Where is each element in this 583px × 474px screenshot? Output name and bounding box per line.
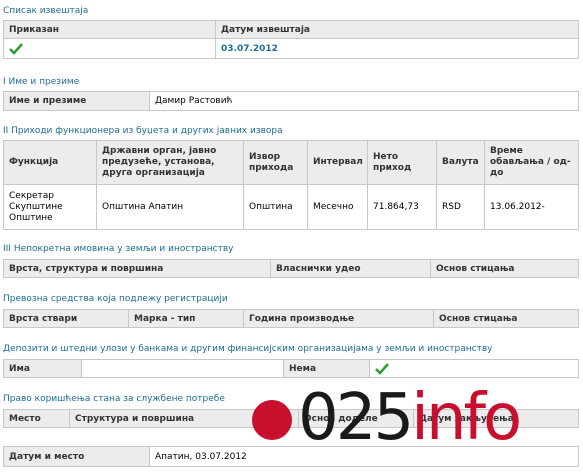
section-name-title: I Име и презиме	[3, 77, 80, 87]
vehicles-header-model: Марка - тип	[128, 309, 244, 328]
shown-cell	[3, 38, 216, 59]
income-table: Функција Државни орган, јавно предузеће,…	[3, 140, 579, 230]
check-icon	[9, 42, 23, 55]
name-value: Дамир Растовић	[149, 91, 579, 111]
deposits-none-value	[369, 359, 579, 378]
logo-text-accent: info	[411, 381, 522, 455]
income-cell-function: Секретар Скупштине Општине	[3, 184, 97, 230]
col-shown-header: Приказан	[3, 20, 216, 39]
deposits-have-value	[81, 359, 284, 378]
income-header-organization: Државни орган, јавно предузеће, установа…	[96, 140, 244, 185]
deposits-table: Има Нема	[3, 359, 579, 378]
income-header-function: Функција	[3, 140, 97, 185]
logo-red-dot	[252, 400, 292, 440]
income-cell-currency: RSD	[436, 184, 485, 230]
check-icon	[375, 362, 389, 375]
realestate-table: Врста, структура и површина Власнички уд…	[3, 259, 579, 278]
income-header-period: Време обављања / од-до	[484, 140, 579, 185]
report-date-value[interactable]: 03.07.2012	[221, 44, 278, 54]
section-vehicles-title: Превозна средства која подлежу регистрац…	[3, 294, 228, 304]
deposits-none-label: Нема	[283, 359, 370, 378]
watermark-logo: 025info	[252, 381, 578, 455]
section-income-title: II Приходи функционера из буџета и други…	[3, 126, 283, 136]
deposits-have-label: Има	[3, 359, 82, 378]
vehicles-header-year: Година производње	[243, 309, 434, 328]
vehicles-header-basis: Основ стицања	[433, 309, 579, 328]
income-cell-organization: Општина Апатин	[96, 184, 244, 230]
income-cell-source: Општина	[243, 184, 308, 230]
name-label: Име и презиме	[3, 91, 150, 111]
income-cell-period: 13.06.2012-	[484, 184, 579, 230]
realestate-header-share: Власнички удео	[270, 259, 431, 278]
vehicles-table: Врста ствари Марка - тип Година производ…	[3, 309, 579, 328]
report-list-table: Приказан Датум извештаја 03.07.2012	[3, 20, 579, 59]
name-table: Име и презиме Дамир Растовић	[3, 91, 579, 111]
housing-header-place: Место	[3, 409, 70, 428]
section-realestate-title: III Непокретна имовина у земљи и иностра…	[3, 244, 234, 254]
report-date-link[interactable]: 03.07.2012	[215, 38, 579, 59]
col-date-header: Датум извештаја	[215, 20, 579, 39]
income-header-currency: Валута	[436, 140, 485, 185]
income-header-net: Нето приход	[367, 140, 437, 185]
logo-text: 025info	[298, 381, 522, 455]
income-cell-net: 71.864,73	[367, 184, 437, 230]
section-housing-title: Право коришћења стана за службене потреб…	[3, 394, 225, 404]
income-header-source: Извор прихода	[243, 140, 308, 185]
vehicles-header-type: Врста ствари	[3, 309, 129, 328]
realestate-header-type: Врста, структура и површина	[3, 259, 271, 278]
income-header-interval: Интервал	[307, 140, 368, 185]
report-list-title: Списак извештаја	[3, 6, 89, 16]
realestate-header-basis: Основ стицања	[430, 259, 579, 278]
income-cell-interval: Месечно	[307, 184, 368, 230]
date-place-label: Датум и место	[3, 446, 150, 467]
section-deposits-title: Депозити и штедни улози у банкама и друг…	[3, 344, 493, 354]
logo-text-main: 025	[298, 381, 414, 455]
